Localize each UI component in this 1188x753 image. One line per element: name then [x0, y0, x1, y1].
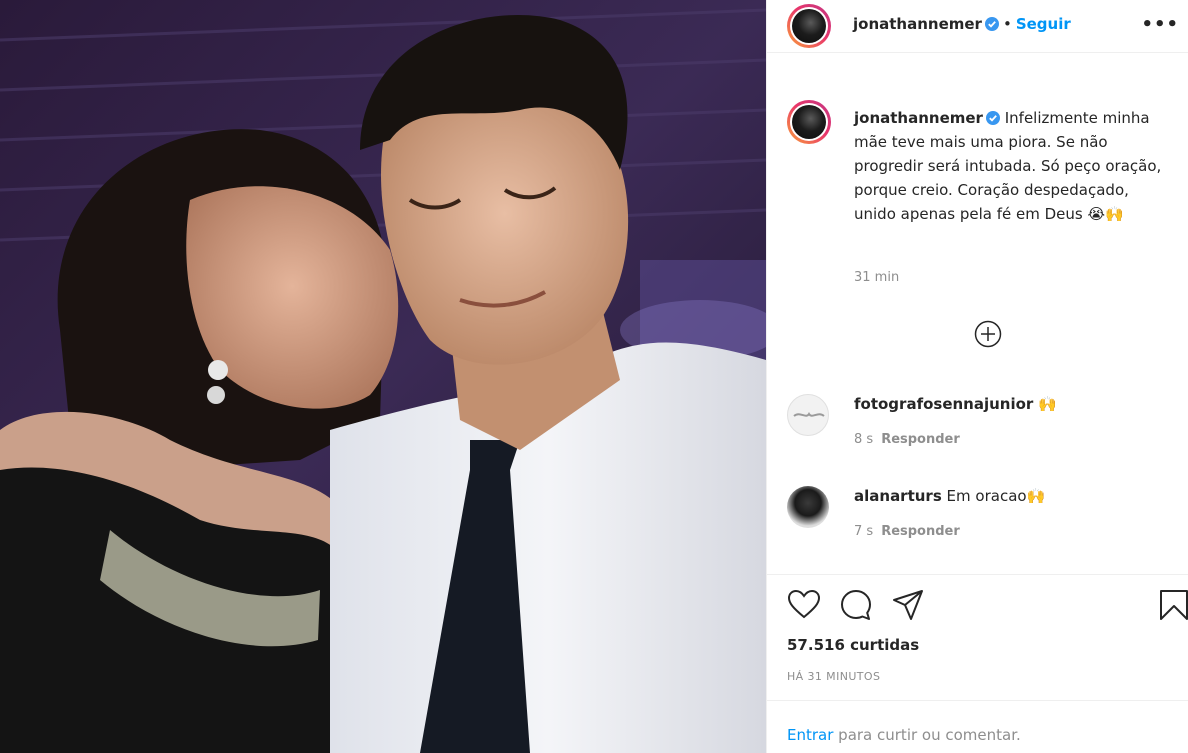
verified-badge-icon	[985, 111, 1000, 125]
verified-badge-icon	[984, 17, 999, 31]
post-side-panel: jonathannemer • Seguir ••• jonathannemer I…	[766, 0, 1188, 753]
post-timestamp: HÁ 31 MINUTOS	[787, 670, 881, 683]
comment-meta: 8 s Responder	[854, 432, 960, 447]
comment-body: 🙌	[1038, 395, 1057, 413]
comment-text: fotografosennajunior 🙌	[854, 394, 1057, 414]
post-photo-image	[0, 0, 766, 753]
comment-time: 8 s	[854, 432, 874, 447]
section-divider	[767, 700, 1188, 701]
reply-button[interactable]: Responder	[881, 524, 960, 539]
caption-time: 31 min	[854, 270, 900, 285]
section-divider	[767, 574, 1188, 575]
bookmark-icon[interactable]	[1157, 588, 1188, 622]
action-bar	[787, 588, 1188, 628]
comment-meta: 7 s Responder	[854, 524, 960, 539]
commenter-username[interactable]: fotografosennajunior	[854, 395, 1033, 413]
share-icon[interactable]	[891, 588, 925, 622]
caption-emoji: 😭🙌	[1087, 205, 1124, 223]
commenter-username[interactable]: alanarturs	[854, 487, 942, 505]
login-prompt-text: para curtir ou comentar.	[833, 726, 1021, 744]
post-header: jonathannemer • Seguir •••	[767, 0, 1188, 53]
comment-icon[interactable]	[839, 588, 873, 622]
separator-dot: •	[1002, 15, 1012, 33]
caption-username[interactable]: jonathannemer	[854, 109, 983, 127]
post-photo[interactable]	[0, 0, 766, 753]
comment-body: Em oracao🙌	[946, 487, 1046, 505]
likes-count[interactable]: 57.516 curtidas	[787, 636, 919, 654]
author-avatar[interactable]	[787, 4, 831, 48]
heart-icon[interactable]	[787, 588, 821, 622]
follow-button[interactable]: Seguir	[1016, 15, 1071, 33]
author-username[interactable]: jonathannemer	[853, 15, 982, 33]
commenter-avatar[interactable]	[787, 394, 829, 436]
comment-text: alanarturs Em oracao🙌	[854, 486, 1045, 506]
more-options-icon[interactable]: •••	[1141, 14, 1179, 35]
caption-author-avatar[interactable]	[787, 100, 831, 144]
login-prompt: Entrar para curtir ou comentar.	[787, 726, 1021, 744]
header-user-line: jonathannemer • Seguir	[853, 14, 1071, 33]
login-link[interactable]: Entrar	[787, 726, 833, 744]
commenter-avatar[interactable]	[787, 486, 829, 528]
reply-button[interactable]: Responder	[881, 432, 960, 447]
caption-text: jonathannemer Infelizmente minha mãe tev…	[854, 106, 1174, 226]
add-comment-icon[interactable]	[974, 320, 1002, 348]
comment-time: 7 s	[854, 524, 874, 539]
